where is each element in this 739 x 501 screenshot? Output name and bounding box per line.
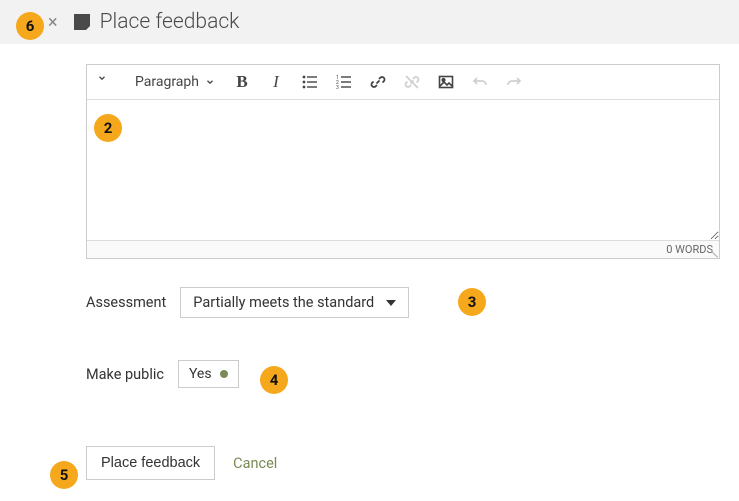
- annotation-badge-2: 2: [94, 114, 122, 142]
- place-feedback-button[interactable]: Place feedback: [86, 446, 215, 480]
- make-public-field: Make public Yes: [86, 360, 719, 388]
- bullet-list-button[interactable]: [299, 71, 321, 93]
- svg-text:3: 3: [336, 85, 339, 90]
- assessment-value: Partially meets the standard: [193, 294, 374, 311]
- cancel-button[interactable]: Cancel: [233, 455, 277, 472]
- annotation-badge-5: 5: [50, 461, 78, 489]
- dialog-body: Paragraph B I 123: [0, 44, 739, 500]
- toggle-indicator-icon: [220, 370, 228, 378]
- toolbar-collapse-icon[interactable]: [97, 71, 119, 93]
- action-row: Place feedback Cancel: [86, 446, 719, 480]
- editor-toolbar: Paragraph B I 123: [87, 65, 719, 100]
- numbered-list-button[interactable]: 123: [333, 71, 355, 93]
- annotation-badge-3: 3: [458, 288, 486, 316]
- block-style-dropdown[interactable]: Paragraph: [131, 74, 219, 90]
- close-icon[interactable]: ×: [48, 12, 58, 33]
- make-public-label: Make public: [86, 366, 164, 383]
- make-public-value: Yes: [189, 366, 212, 382]
- editor-statusbar: 0 WORDS: [87, 240, 719, 258]
- image-button[interactable]: [435, 71, 457, 93]
- editor-textarea[interactable]: [87, 100, 719, 240]
- assessment-dropdown[interactable]: Partially meets the standard: [180, 287, 409, 318]
- dialog-header: × Place feedback: [0, 0, 739, 44]
- unlink-button[interactable]: [401, 71, 423, 93]
- undo-button[interactable]: [469, 71, 491, 93]
- italic-button[interactable]: I: [265, 71, 287, 93]
- note-icon: [74, 14, 90, 30]
- make-public-toggle[interactable]: Yes: [178, 360, 239, 388]
- annotation-badge-6: 6: [16, 12, 44, 40]
- assessment-label: Assessment: [86, 294, 166, 311]
- word-count: 0 WORDS: [666, 243, 713, 256]
- rich-text-editor: Paragraph B I 123: [86, 64, 720, 259]
- redo-button[interactable]: [503, 71, 525, 93]
- bold-button[interactable]: B: [231, 71, 253, 93]
- link-button[interactable]: [367, 71, 389, 93]
- block-style-label: Paragraph: [135, 74, 199, 90]
- chevron-down-icon: [386, 300, 396, 306]
- assessment-field: Assessment Partially meets the standard: [86, 287, 719, 318]
- dialog-title: Place feedback: [100, 10, 240, 34]
- annotation-badge-4: 4: [260, 366, 288, 394]
- resize-handle[interactable]: [708, 247, 718, 257]
